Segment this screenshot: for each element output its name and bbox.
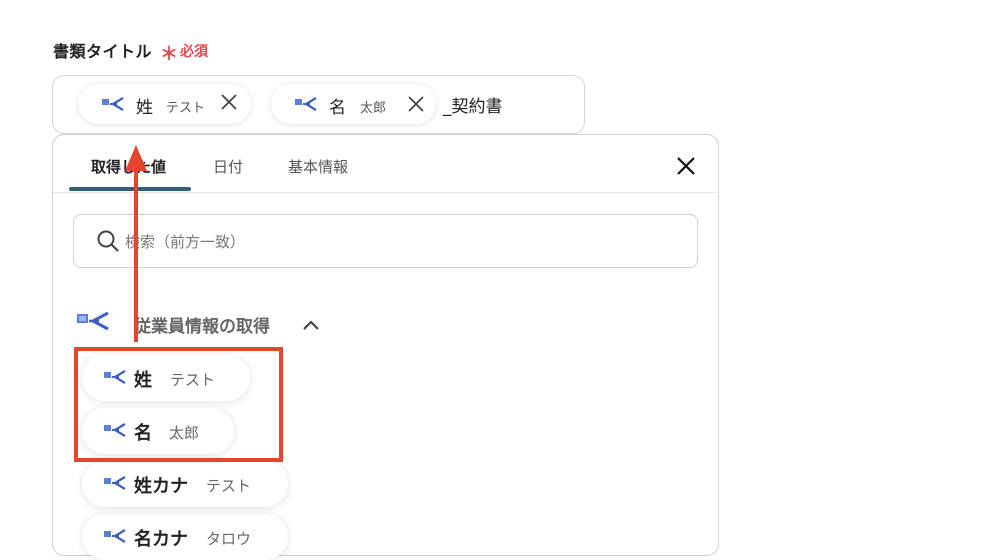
chip-name: 姓 [136, 98, 153, 118]
close-icon[interactable] [407, 95, 425, 118]
smarthr-logo-icon [102, 97, 124, 111]
required-asterisk: ＊ [160, 44, 178, 65]
smarthr-logo-icon [104, 476, 126, 490]
annotation-arrow-head [125, 145, 147, 171]
active-tab-indicator [69, 187, 191, 191]
chip-value: 太郎 [360, 101, 387, 116]
item-name: 姓カナ [134, 476, 188, 497]
smarthr-logo-icon [104, 529, 126, 543]
chip-name: 名 [329, 98, 346, 118]
tab-date[interactable]: 日付 [213, 156, 243, 177]
close-icon[interactable] [673, 153, 699, 179]
tab-basic-info[interactable]: 基本情報 [288, 156, 348, 177]
list-item[interactable]: 名カナ タロウ [82, 514, 288, 560]
search-placeholder: 検索（前方一致） [125, 233, 246, 251]
smarthr-logo-icon [295, 97, 317, 111]
chip-value: テスト [166, 101, 206, 116]
section-title[interactable]: 従業員情報の取得 [134, 312, 270, 337]
field-label: 書類タイトル [53, 42, 153, 61]
annotation-highlight-box [74, 347, 283, 462]
required-label: 必須 [180, 44, 208, 60]
list-item[interactable]: 姓カナ テスト [82, 461, 288, 507]
chevron-up-icon[interactable] [302, 316, 320, 335]
item-value: テスト [206, 477, 252, 495]
annotation-arrow-shaft [134, 170, 138, 342]
search-icon [96, 229, 120, 257]
tab-divider [53, 192, 717, 193]
title-chip-last-name[interactable]: 姓 テスト [78, 84, 251, 124]
title-suffix-text: _契約書 [443, 97, 503, 117]
smarthr-logo-icon [77, 311, 109, 335]
title-chip-first-name[interactable]: 名 太郎 [271, 84, 436, 124]
item-name: 名カナ [134, 529, 188, 550]
item-value: タロウ [206, 530, 252, 548]
close-icon[interactable] [220, 93, 238, 116]
